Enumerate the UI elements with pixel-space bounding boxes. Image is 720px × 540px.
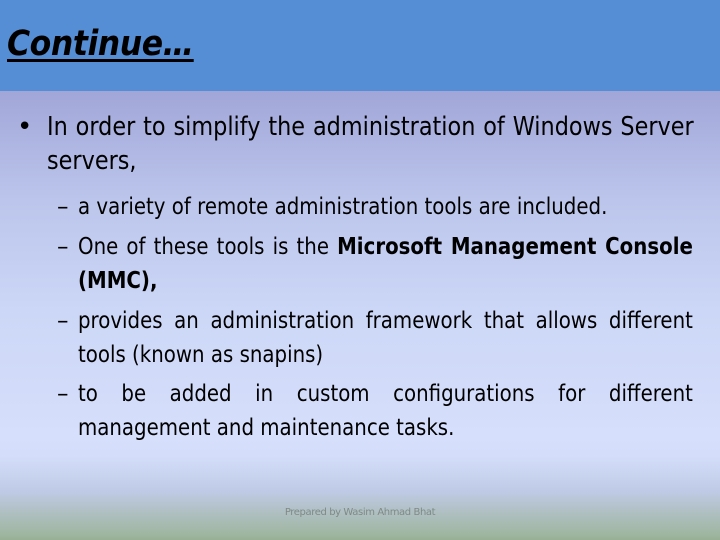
slide-footer: Prepared by Wasim Ahmad Bhat: [284, 507, 436, 518]
bullet-text: In order to simplify the administration …: [47, 112, 694, 176]
sub-bullet-text: to be added in custom configurations for…: [78, 381, 693, 441]
sub-bullet-text: provides an administration framework tha…: [78, 308, 693, 368]
sub-bullet-text-pre: One of these tools is the: [78, 234, 338, 260]
sub-bullet-text: a variety of remote administration tools…: [78, 194, 608, 220]
sub-bullet-text: One of these tools is the Microsoft Mana…: [78, 230, 693, 298]
bullet-marker: •: [17, 112, 33, 142]
slide-content: • In order to simplify the administratio…: [0, 0, 720, 540]
sub-bullet-marker: –: [57, 234, 69, 260]
sub-bullet-marker: –: [57, 381, 69, 407]
sub-bullet-marker: –: [57, 308, 69, 334]
sub-bullet-marker: –: [57, 194, 69, 220]
